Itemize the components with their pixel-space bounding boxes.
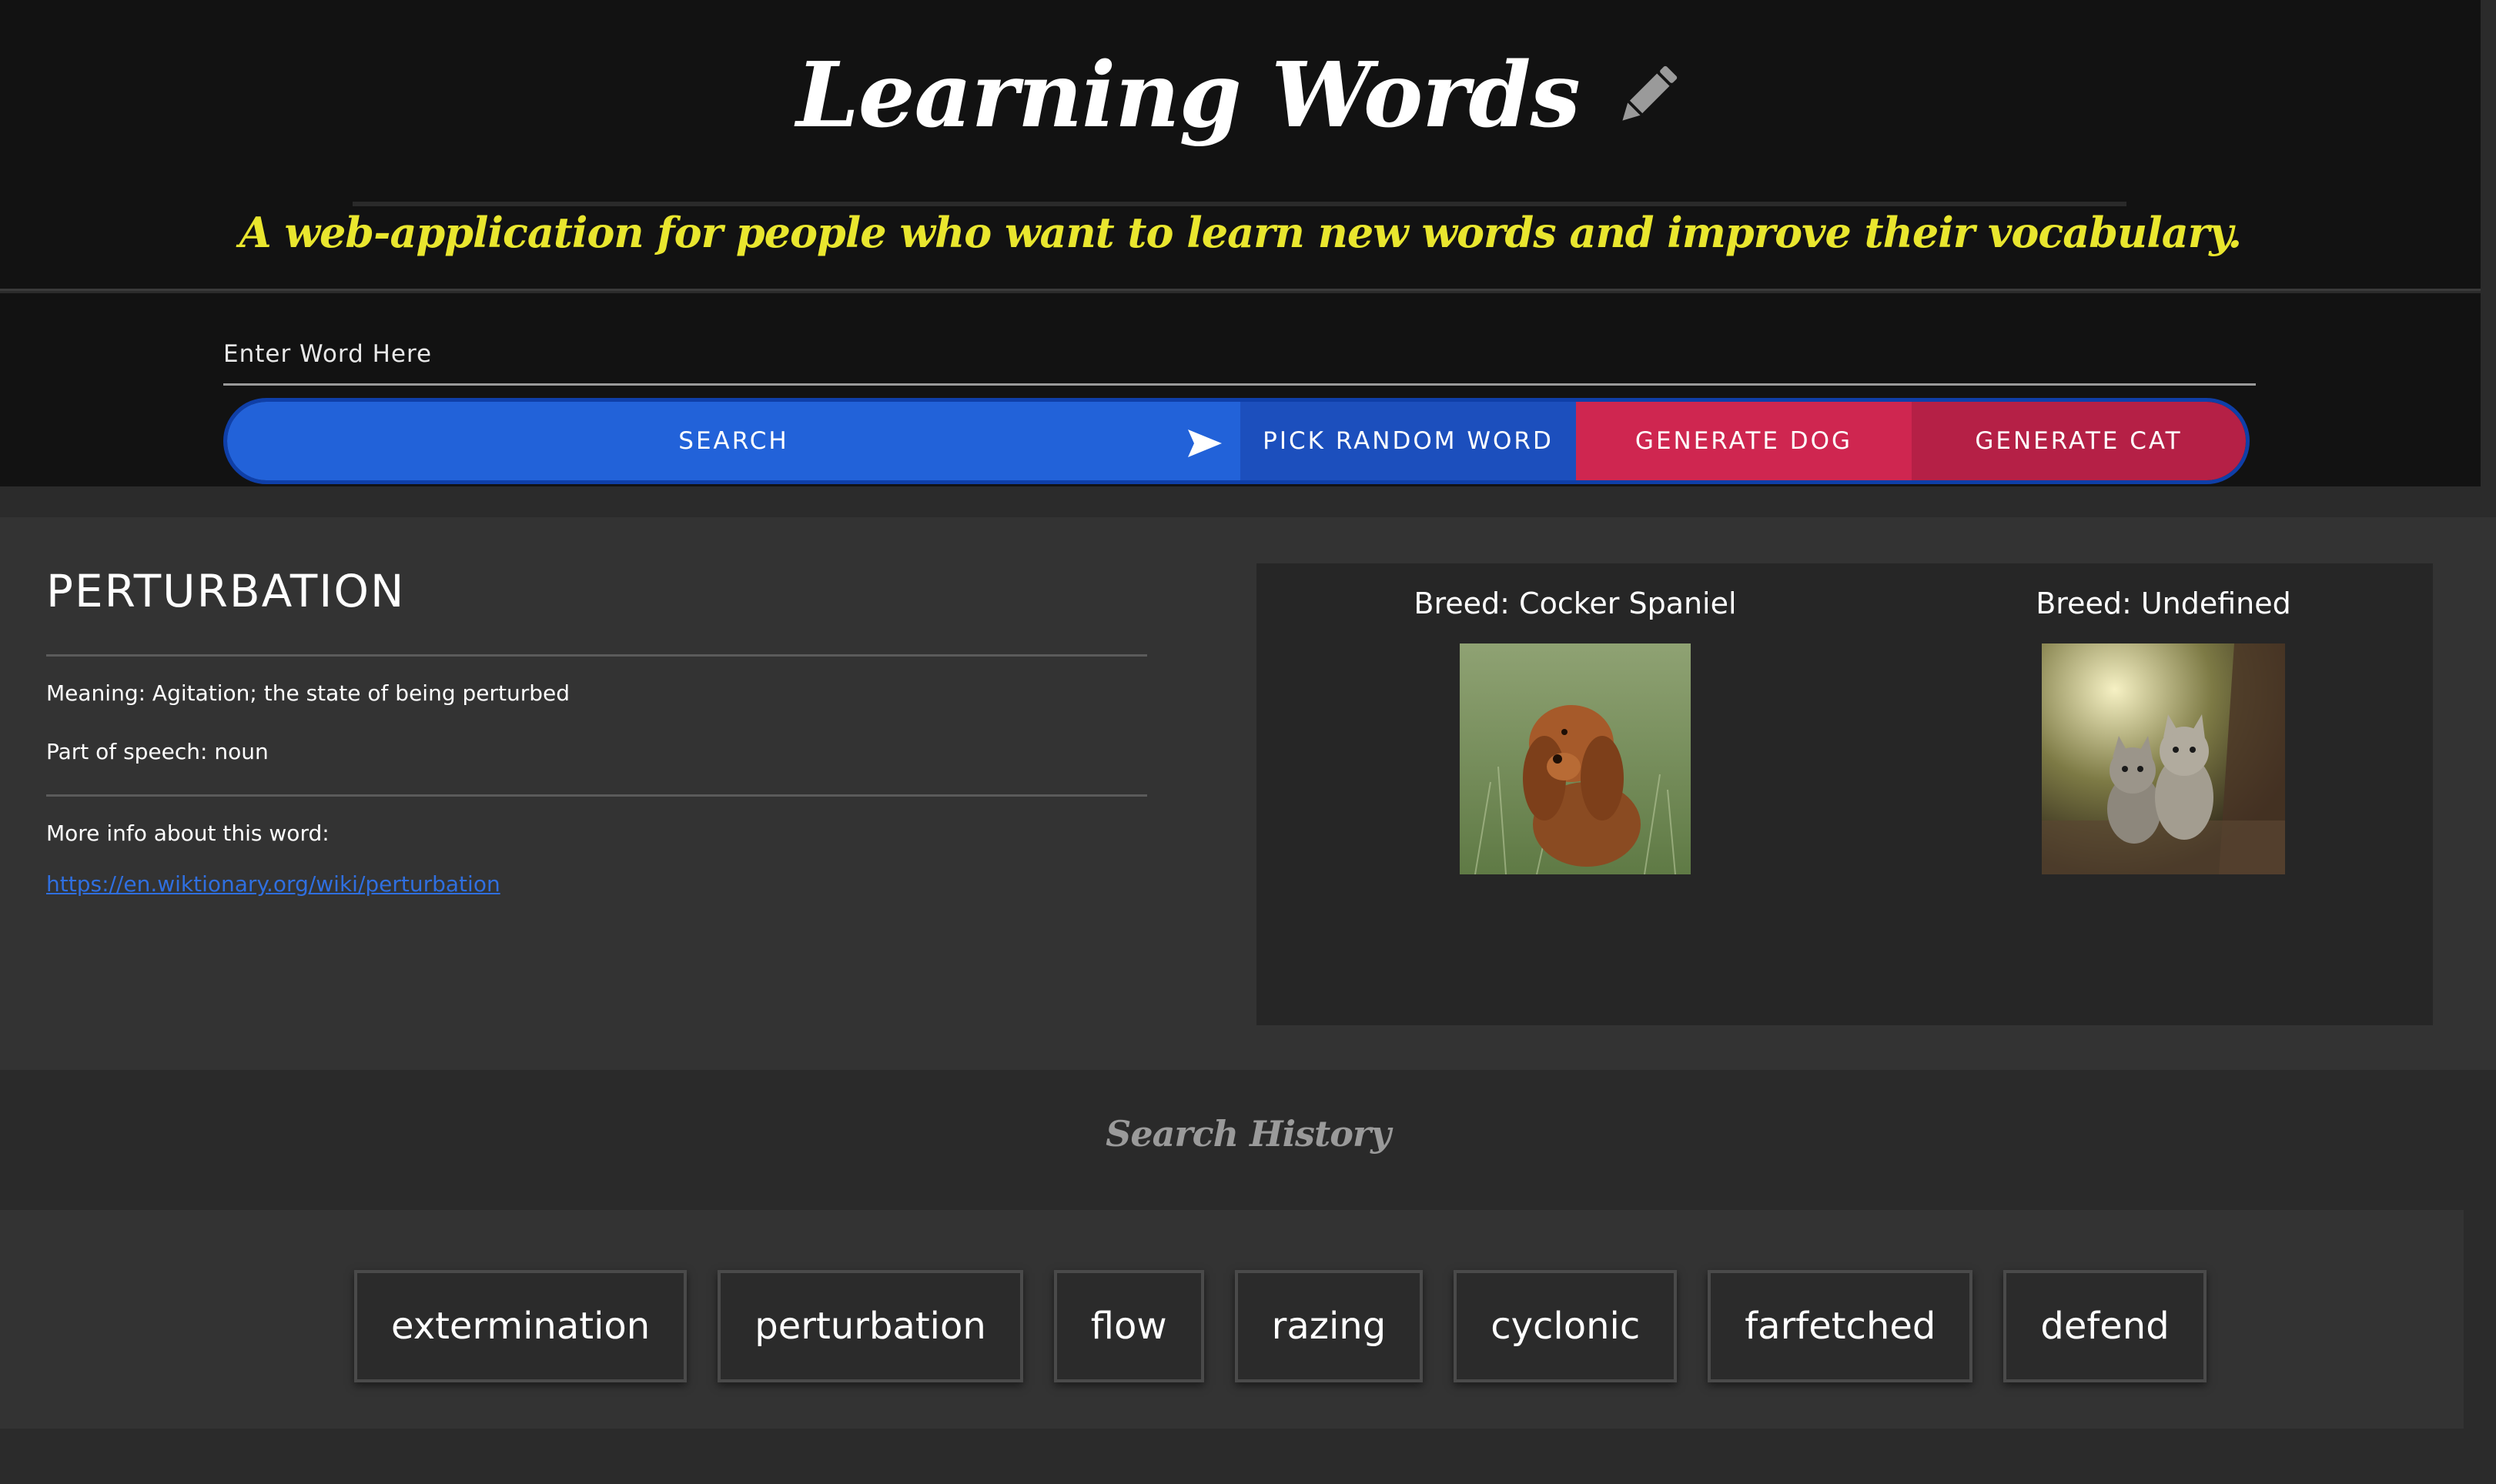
divider <box>46 794 1147 797</box>
word-meaning: Meaning: Agitation; the state of being p… <box>46 680 570 706</box>
generate-cat-button[interactable]: GENERATE CAT <box>1912 402 2246 480</box>
word-heading: PERTURBATION <box>46 565 406 617</box>
more-info-label: More info about this word: <box>46 821 330 846</box>
divider <box>46 654 1147 657</box>
history-item[interactable]: cyclonic <box>1454 1270 1678 1382</box>
part-of-speech: Part of speech: noun <box>46 739 269 764</box>
dog-photo <box>1460 643 1691 874</box>
title-row: Learning Words <box>0 34 2481 157</box>
pencil-icon <box>1622 65 1677 121</box>
dog-card: Breed: Cocker Spaniel <box>1344 563 1806 874</box>
history-item[interactable]: perturbation <box>718 1270 1023 1382</box>
pick-random-word-button[interactable]: PICK RANDOM WORD <box>1240 402 1576 480</box>
random-button-label: PICK RANDOM WORD <box>1263 427 1554 455</box>
history-item[interactable]: razing <box>1234 1270 1424 1382</box>
word-search-input[interactable] <box>223 324 2256 386</box>
search-history-list: extermination perturbation flow razing c… <box>354 1270 2207 1382</box>
cat-button-label: GENERATE CAT <box>1975 427 2183 455</box>
history-item[interactable]: farfetched <box>1708 1270 1973 1382</box>
search-history-title: Search History <box>1106 1113 1391 1155</box>
history-item[interactable]: flow <box>1053 1270 1204 1382</box>
app-subtitle: A web-application for people who want to… <box>239 208 2242 257</box>
search-button[interactable]: SEARCH <box>227 402 1240 480</box>
wiktionary-link[interactable]: https://en.wiktionary.org/wiki/perturbat… <box>46 871 500 897</box>
search-history-section: extermination perturbation flow razing c… <box>0 1210 2464 1429</box>
word-result-section: PERTURBATION Meaning: Agitation; the sta… <box>0 517 2496 1070</box>
pets-panel: Breed: Cocker Spaniel Breed: Undefined <box>1256 563 2433 1025</box>
cat-card: Breed: Undefined <box>1932 563 2394 874</box>
history-item[interactable]: defend <box>2003 1270 2207 1382</box>
dog-breed-label: Breed: Cocker Spaniel <box>1414 587 1737 620</box>
generate-dog-button[interactable]: GENERATE DOG <box>1576 402 1912 480</box>
history-item[interactable]: extermination <box>354 1270 688 1382</box>
search-area: SEARCH PICK RANDOM WORD GENERATE DOG GEN… <box>0 293 2481 486</box>
action-button-bar: SEARCH PICK RANDOM WORD GENERATE DOG GEN… <box>223 398 2250 484</box>
app-title: Learning Words <box>796 43 1581 148</box>
cat-photo <box>2042 643 2285 874</box>
app-header: Learning Words A web-application for peo… <box>0 0 2481 291</box>
send-icon <box>1188 429 1222 457</box>
subtitle-divider <box>353 202 2126 206</box>
cat-breed-label: Breed: Undefined <box>2036 587 2291 620</box>
search-button-label: SEARCH <box>678 427 789 455</box>
search-history-header: Search History <box>0 1070 2496 1210</box>
dog-button-label: GENERATE DOG <box>1634 427 1853 455</box>
